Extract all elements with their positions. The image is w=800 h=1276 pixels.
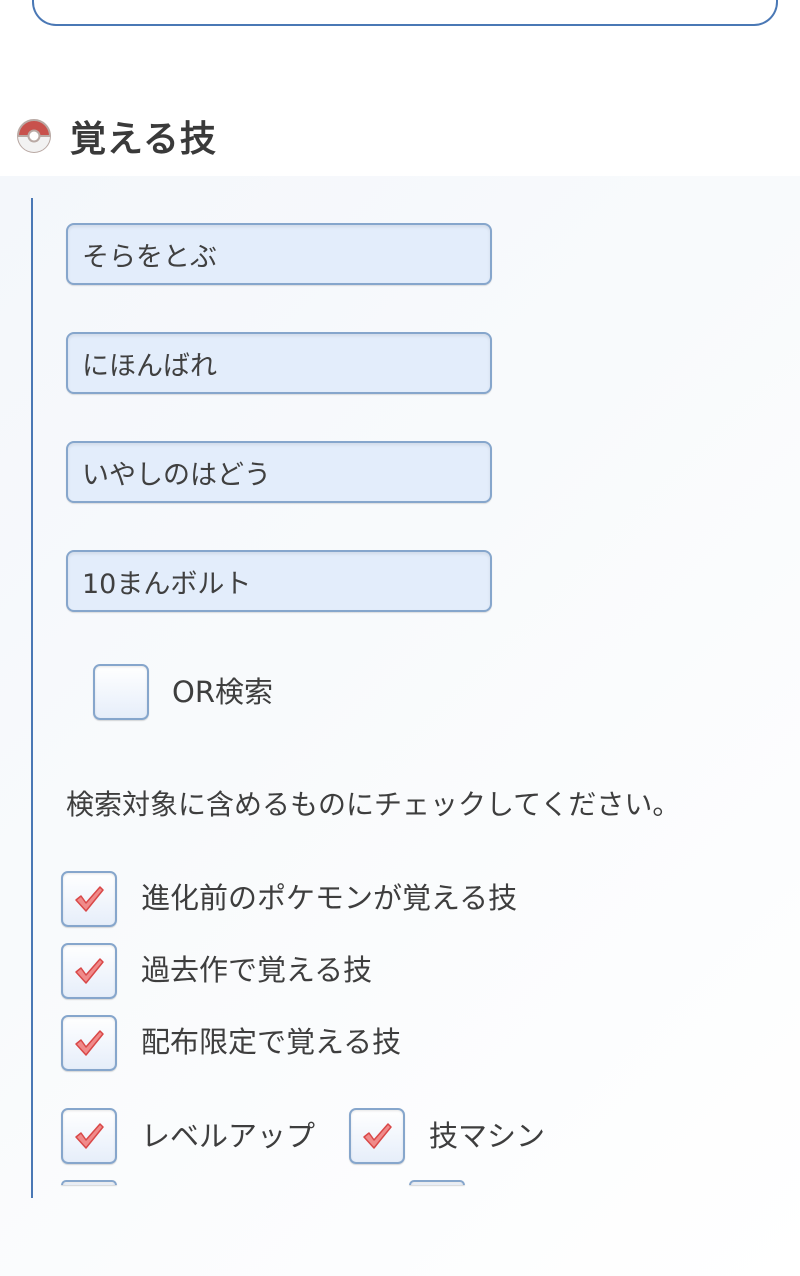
option-checkbox-distribution[interactable]	[61, 1015, 117, 1071]
check-icon	[75, 1123, 104, 1149]
section-rail	[31, 198, 33, 1198]
move-input-1[interactable]	[66, 223, 492, 285]
move-input-3[interactable]	[66, 441, 492, 503]
instruction-text: 検索対象に含めるものにチェックしてください。	[66, 788, 681, 821]
check-icon	[75, 886, 104, 912]
option-label-pre-evolution: 進化前のポケモンが覚える技	[141, 881, 518, 915]
option-checkbox-pre-evolution[interactable]	[61, 871, 117, 927]
section-header: 覚える技	[16, 112, 217, 160]
source-label-level-up: レベルアップ	[141, 1119, 316, 1153]
or-search-checkbox[interactable]	[93, 664, 149, 720]
check-icon	[75, 958, 104, 984]
move-input-2[interactable]	[66, 332, 492, 394]
option-label-past-games: 過去作で覚える技	[141, 953, 373, 987]
option-checkbox-past-games[interactable]	[61, 943, 117, 999]
section-title: 覚える技	[70, 119, 217, 160]
move-input-4[interactable]	[66, 550, 492, 612]
source-checkbox-level-up[interactable]	[61, 1108, 117, 1164]
next-row-checkbox-partial[interactable]	[409, 1180, 465, 1185]
or-search-label: OR検索	[172, 675, 273, 709]
check-icon	[75, 1030, 104, 1056]
source-label-tm: 技マシン	[429, 1119, 546, 1153]
source-checkbox-tm[interactable]	[349, 1108, 405, 1164]
option-label-distribution: 配布限定で覚える技	[141, 1025, 402, 1059]
pokeball-icon	[17, 119, 51, 153]
next-row-checkbox-partial[interactable]	[61, 1180, 117, 1185]
previous-section-card	[32, 0, 778, 26]
check-icon	[363, 1123, 392, 1149]
